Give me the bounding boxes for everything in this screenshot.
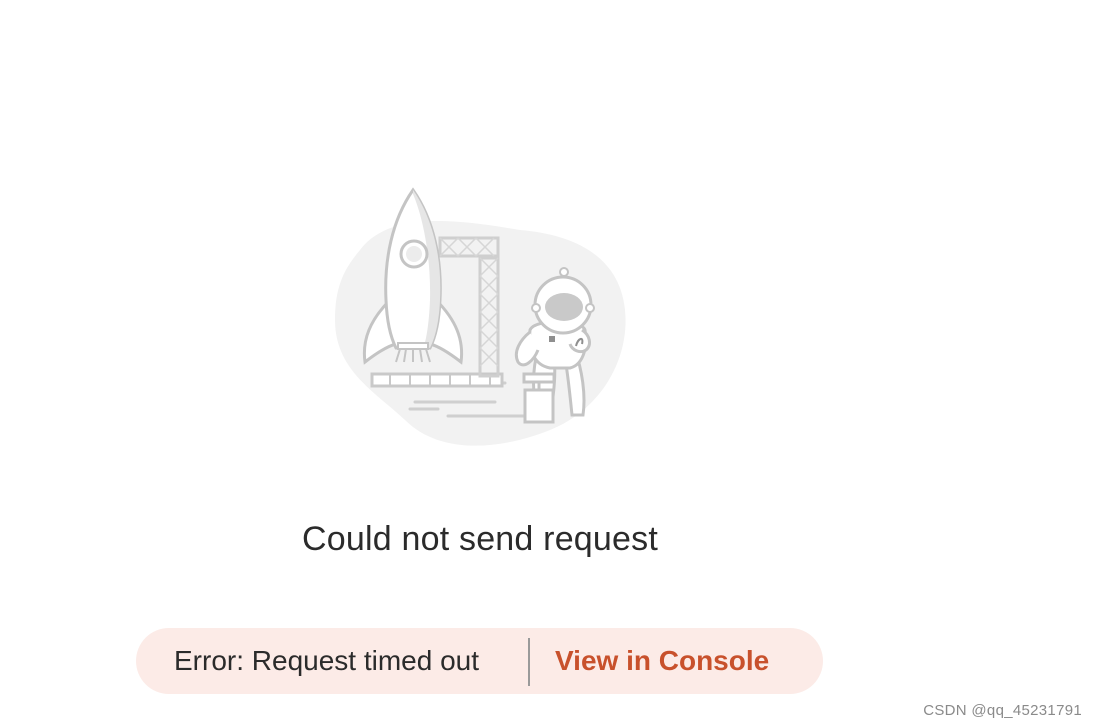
view-in-console-link[interactable]: View in Console bbox=[555, 628, 769, 694]
watermark: CSDN @qq_45231791 bbox=[923, 702, 1082, 719]
error-banner: Error: Request timed out View in Console bbox=[136, 628, 823, 694]
detonator-box bbox=[522, 372, 556, 424]
empty-state-message: Could not send request bbox=[302, 520, 658, 558]
response-pane: Could not send request Error: Request ti… bbox=[0, 0, 1096, 727]
rocket-launch-illustration bbox=[320, 180, 640, 460]
error-message: Error: Request timed out bbox=[174, 645, 480, 676]
error-banner-divider bbox=[528, 638, 530, 686]
